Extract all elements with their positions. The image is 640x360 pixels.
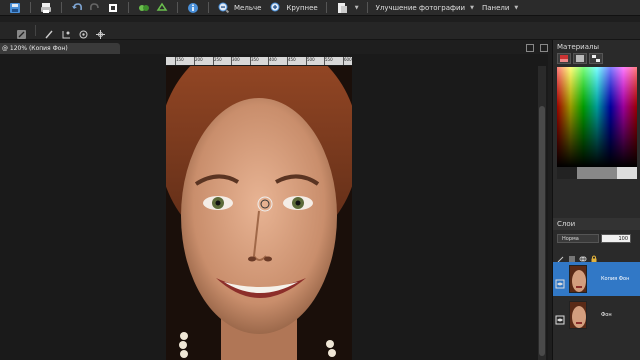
layer-name: Копия Фон	[601, 276, 630, 282]
toolbar-divider	[177, 2, 178, 13]
zoom-out-button[interactable]: Мельче	[217, 2, 261, 14]
tab-spectrum[interactable]	[557, 53, 571, 64]
scrollbar-thumb[interactable]	[539, 106, 545, 356]
zoom-in-icon	[269, 2, 283, 14]
horizontal-ruler: 150 200 250 300 350 400 450 500 550 600	[166, 57, 352, 65]
tab-frames[interactable]	[573, 53, 587, 64]
print-icon[interactable]	[39, 2, 53, 14]
opacity-input[interactable]: 100	[601, 234, 631, 243]
ruler-label: 450	[288, 57, 296, 62]
menu-enhance-label: Улучшение фотографии	[375, 3, 466, 12]
ruler-label: 150	[176, 57, 184, 62]
ruler-label: 250	[214, 57, 222, 62]
toolbar-divider	[208, 2, 209, 13]
undo-icon[interactable]	[70, 2, 84, 14]
layer-tool-icons	[557, 248, 598, 263]
ruler-label: 350	[251, 57, 259, 62]
document-tab-title: @ 120% (Копия Фон)	[2, 45, 68, 52]
zoom-in-label: Крупнее	[286, 3, 318, 12]
toolbar-divider	[35, 25, 36, 36]
share-icon[interactable]	[137, 2, 151, 14]
chevron-down-icon: ▼	[470, 4, 474, 11]
right-panel: Материалы Слои Норма 100 Копия Фон Фон	[552, 40, 640, 360]
zoom-out-icon	[217, 2, 231, 14]
layer-item[interactable]: Копия Фон	[553, 262, 640, 296]
restore-icon[interactable]	[526, 44, 534, 52]
materials-tabs	[557, 53, 603, 64]
portrait-image	[166, 66, 352, 360]
target-icon[interactable]	[78, 25, 89, 39]
transform-icon[interactable]	[61, 25, 72, 39]
layer-thumbnail	[569, 301, 587, 329]
recycle-icon[interactable]	[155, 2, 169, 14]
zoom-out-label: Мельче	[234, 3, 262, 12]
layers-panel-title: Слои	[557, 220, 576, 228]
menu-enhance-photo[interactable]: Улучшение фотографии ▼	[376, 4, 474, 12]
menu-panels[interactable]: Панели ▼	[482, 4, 518, 12]
ruler-label: 200	[195, 57, 203, 62]
blend-mode-value: Норма	[562, 236, 579, 242]
opacity-value: 100	[618, 236, 628, 242]
toolbar-divider	[61, 2, 62, 13]
chevron-down-icon[interactable]: ▼	[355, 5, 359, 11]
document-tab[interactable]: @ 120% (Копия Фон)	[0, 43, 120, 54]
move-icon[interactable]	[95, 25, 106, 39]
zoom-in-button[interactable]: Крупнее	[269, 2, 318, 14]
layer-name: Фон	[601, 312, 612, 318]
ruler-label: 600	[344, 57, 352, 62]
mask-icon[interactable]	[568, 248, 576, 262]
ruler-label: 550	[325, 57, 333, 62]
app-window: Мельче Крупнее ▼ Улучшение фотографии ▼ …	[0, 0, 640, 360]
layers-panel-header: Слои	[553, 218, 640, 230]
vertical-scrollbar[interactable]	[538, 66, 546, 360]
save-icon[interactable]	[8, 2, 22, 14]
blend-mode-select[interactable]: Норма	[557, 234, 599, 243]
lock-icon[interactable]	[590, 248, 598, 263]
visibility-icon[interactable]	[555, 274, 565, 289]
link-icon[interactable]	[579, 248, 587, 262]
toolbar-divider	[325, 2, 327, 13]
photo-canvas[interactable]	[166, 66, 352, 360]
layer-item[interactable]: Фон	[553, 298, 640, 332]
main-toolbar: Мельче Крупнее ▼ Улучшение фотографии ▼ …	[0, 0, 640, 16]
tool-preset-icon[interactable]	[16, 25, 27, 39]
redo-icon[interactable]	[88, 2, 102, 14]
tab-swatches[interactable]	[589, 53, 603, 64]
toolbar-divider	[30, 2, 31, 13]
chevron-down-icon: ▼	[514, 4, 519, 11]
ruler-label: 500	[307, 57, 315, 62]
ruler-label: 400	[269, 57, 277, 62]
toolbar-divider	[366, 2, 368, 13]
toolbar-divider	[128, 2, 129, 13]
materials-panel-title: Материалы	[557, 43, 599, 51]
ruler-label: 300	[232, 57, 240, 62]
info-icon[interactable]	[186, 2, 200, 14]
visibility-icon[interactable]	[555, 310, 565, 325]
close-icon[interactable]	[540, 44, 548, 52]
crop-icon[interactable]	[106, 2, 120, 14]
brush-icon[interactable]	[44, 25, 55, 39]
color-spectrum[interactable]	[557, 67, 637, 179]
edit-icon[interactable]	[557, 248, 565, 263]
tool-options-bar	[0, 22, 640, 40]
menu-panels-label: Панели	[481, 3, 510, 12]
layer-thumbnail	[569, 265, 587, 293]
document-icon[interactable]	[335, 2, 349, 14]
